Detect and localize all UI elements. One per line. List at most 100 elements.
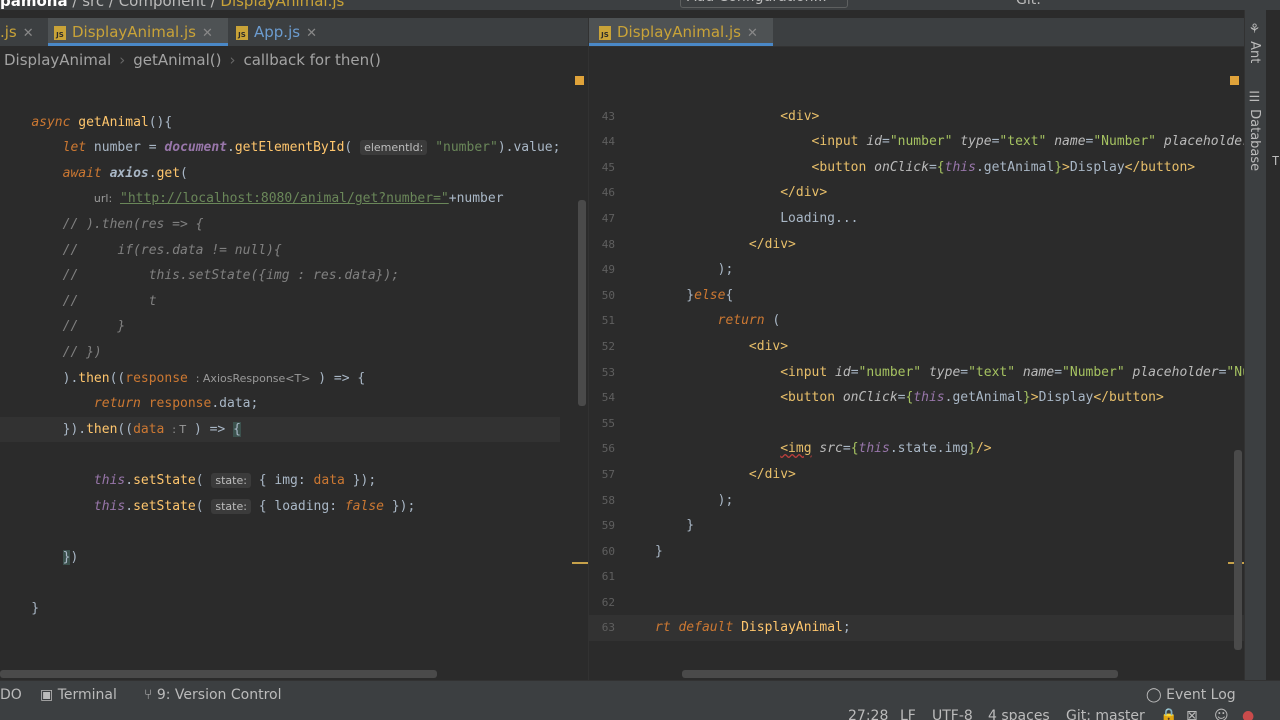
- tab-label: DisplayAnimal.js: [72, 23, 196, 41]
- todo-tool-button[interactable]: DO: [0, 687, 22, 703]
- code-line: 46 </div>: [601, 185, 828, 201]
- code-line: 56 <img src={this.state.img}/>: [601, 441, 992, 457]
- nav-component[interactable]: Component: [119, 0, 206, 10]
- tab-partial-js[interactable]: .js ✕: [0, 18, 48, 46]
- code-line: return response.data;: [93, 396, 259, 412]
- version-control-tool-button[interactable]: ⑂ 9: Version Control: [144, 687, 281, 703]
- right-code-lines: 43 <div> 44 <input id="number" type="tex…: [589, 78, 1244, 668]
- js-file-icon: JS: [54, 25, 66, 40]
- breadcrumb-callback[interactable]: callback for then(): [243, 51, 380, 69]
- js-file-icon: JS: [236, 25, 248, 40]
- code-line-current: 63 rt default DisplayAnimal;: [589, 615, 1244, 642]
- git-label: Git:: [1016, 0, 1041, 8]
- code-line: 55: [601, 416, 615, 430]
- database-icon: ☰: [1247, 90, 1262, 105]
- caret-position[interactable]: 27:28: [848, 708, 888, 720]
- analysis-marker-icon[interactable]: [575, 76, 584, 85]
- indent-setting[interactable]: 4 spaces: [988, 708, 1050, 720]
- code-line: 59 }: [601, 518, 695, 534]
- right-tab-bar: JS DisplayAnimal.js ✕: [589, 18, 1266, 47]
- git-branch[interactable]: Git: master: [1066, 708, 1145, 720]
- code-line: }: [0, 600, 40, 616]
- code-line: await axios.get(: [62, 165, 188, 181]
- add-configuration-button[interactable]: Add Configuration...: [680, 0, 848, 8]
- nav-src[interactable]: src: [82, 0, 104, 10]
- lock-icon[interactable]: 🔒: [1160, 708, 1177, 720]
- breadcrumb-method[interactable]: getAnimal(): [133, 51, 221, 69]
- code-line: 58 );: [601, 492, 734, 508]
- right-horizontal-scrollbar[interactable]: [682, 670, 1118, 678]
- event-log-icon: ◯: [1146, 687, 1162, 703]
- code-line: // if(res.data != null){: [0, 242, 282, 258]
- code-line: // ).then(res => {: [0, 216, 204, 232]
- database-tool-button[interactable]: ☰ Database: [1247, 90, 1262, 171]
- close-icon[interactable]: ✕: [306, 26, 317, 41]
- error-indicator-icon[interactable]: ●: [1242, 708, 1254, 720]
- hector-icon[interactable]: ☺: [1214, 708, 1229, 720]
- left-vertical-scrollbar[interactable]: [578, 200, 586, 406]
- edge-letter: T: [1272, 154, 1280, 168]
- branch-icon: ⑂: [144, 687, 153, 703]
- line-separator[interactable]: LF: [900, 708, 916, 720]
- left-horizontal-scrollbar[interactable]: [0, 670, 437, 678]
- close-icon[interactable]: ✕: [202, 26, 213, 41]
- left-tab-bar: .js ✕ JS DisplayAnimal.js ✕ JS App.js ✕: [0, 18, 588, 47]
- code-line: url: "http://localhost:8080/animal/get?n…: [93, 191, 504, 207]
- code-line: this.setState( state: { img: data });: [93, 472, 377, 488]
- code-line: 44 <input id="number" type="text" name="…: [601, 134, 1244, 150]
- code-line: let number = document.getElementById( el…: [62, 140, 561, 156]
- terminal-tool-button[interactable]: ▣ Terminal: [40, 687, 117, 703]
- breadcrumb-class[interactable]: DisplayAnimal: [4, 51, 111, 69]
- code-line: 43 <div>: [601, 108, 820, 124]
- warning-stripe[interactable]: [572, 562, 588, 564]
- code-line: this.setState( state: { loading: false }…: [93, 498, 416, 514]
- code-line: // }: [0, 319, 126, 335]
- tool-window-bar: DO ▣ Terminal ⑂ 9: Version Control ◯ Eve…: [0, 680, 1280, 709]
- file-encoding[interactable]: UTF-8: [932, 708, 973, 720]
- code-line: // }): [0, 344, 102, 360]
- code-line: 52 <div>: [601, 338, 789, 354]
- tab-display-animal[interactable]: JS DisplayAnimal.js ✕: [48, 18, 228, 46]
- code-line: 61: [601, 570, 615, 584]
- nav-file[interactable]: DisplayAnimal.js: [220, 0, 344, 10]
- left-editor[interactable]: async getAnimal(){ let number = document…: [0, 74, 588, 668]
- ant-tool-button[interactable]: ⚘ Ant: [1247, 22, 1262, 63]
- left-code-lines: async getAnimal(){ let number = document…: [0, 84, 561, 647]
- right-vertical-scrollbar[interactable]: [1234, 450, 1242, 650]
- tab-label: DisplayAnimal.js: [617, 23, 741, 41]
- title-bar: pamona / src / Component / DisplayAnimal…: [0, 0, 1280, 10]
- close-icon[interactable]: ✕: [747, 26, 758, 41]
- readonly-icon[interactable]: ⊠: [1186, 708, 1198, 720]
- code-line: 62: [601, 595, 615, 609]
- code-line: 51 return (: [601, 313, 781, 329]
- tab-display-animal-right[interactable]: JS DisplayAnimal.js ✕: [589, 18, 773, 46]
- project-name[interactable]: pamona: [0, 0, 68, 10]
- code-line: 50 }else{: [601, 287, 734, 303]
- code-line: 48 </div>: [601, 236, 796, 252]
- code-line: 60}: [601, 543, 663, 559]
- analysis-marker-icon[interactable]: [1230, 76, 1239, 85]
- breadcrumb: DisplayAnimal › getAnimal() › callback for t…: [0, 46, 588, 75]
- ant-icon: ⚘: [1247, 22, 1262, 37]
- nav-path: pamona / src / Component / DisplayAnimal…: [0, 0, 344, 10]
- chevron-right-icon: ›: [119, 51, 126, 69]
- code-line: }): [62, 549, 79, 565]
- code-line: 49 );: [601, 262, 734, 278]
- chevron-right-icon: ›: [229, 51, 236, 69]
- code-line: // this.setState({img : res.data});: [0, 268, 400, 284]
- code-line: 45 <button onClick={this.getAnimal}>Disp…: [601, 159, 1196, 175]
- code-line: // t: [0, 293, 157, 309]
- tab-app-js[interactable]: JS App.js ✕: [230, 18, 346, 46]
- event-log-button[interactable]: ◯ Event Log: [1146, 687, 1236, 703]
- right-tool-sidebar: ⚘ Ant ☰ Database: [1244, 10, 1267, 680]
- tab-label: App.js: [254, 23, 301, 41]
- code-line: ).then((response : AxiosResponse<T> ) =>…: [0, 370, 366, 386]
- code-line-current: }).then((data : T ) => {: [0, 416, 561, 443]
- code-line: 47 Loading...: [601, 210, 859, 226]
- code-line: 53 <input id="number" type="text" name="…: [601, 364, 1244, 380]
- right-editor[interactable]: 43 <div> 44 <input id="number" type="tex…: [589, 74, 1244, 668]
- close-icon[interactable]: ✕: [23, 26, 34, 41]
- code-line: 57 </div>: [601, 466, 796, 482]
